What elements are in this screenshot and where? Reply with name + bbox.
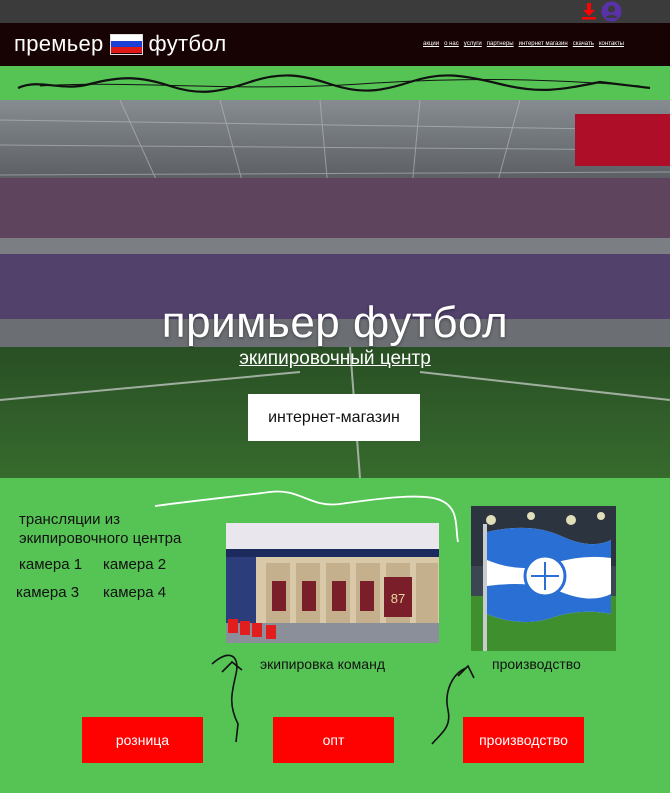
wholesale-button[interactable]: опт: [273, 717, 394, 763]
nav-item-shop[interactable]: интернет магазин: [519, 41, 568, 47]
hero-subtitle-link[interactable]: экипировочный центр: [239, 348, 431, 369]
nav-item-download[interactable]: скачать: [573, 41, 594, 47]
site-header: премьер футбол акции о нас услуги партне…: [0, 23, 670, 66]
zenit-flag-image[interactable]: [471, 506, 616, 651]
hero-banner: примьер футбол экипировочный центр интер…: [0, 100, 670, 478]
locker-room-image[interactable]: 87: [226, 523, 439, 643]
brand-logo[interactable]: премьер футбол: [14, 30, 226, 58]
flag-caption: производство: [492, 656, 581, 672]
camera-1-link[interactable]: камера 1: [19, 556, 82, 573]
production-button[interactable]: производство: [463, 717, 584, 763]
nav-item-contacts[interactable]: контакты: [599, 41, 624, 47]
camera-4-link[interactable]: камера 4: [103, 584, 166, 601]
jersey-number: 87: [391, 591, 405, 606]
streams-title-line1: трансляции из: [19, 511, 120, 528]
retail-button[interactable]: розница: [82, 717, 203, 763]
hero-title: примьер футбол: [161, 298, 509, 347]
user-icon[interactable]: [601, 1, 622, 22]
download-icon[interactable]: [580, 2, 598, 20]
hero-subtitle[interactable]: экипировочный центр: [0, 348, 670, 370]
brand-text-right: футбол: [148, 31, 227, 56]
nav-item-partners[interactable]: партнеры: [487, 41, 514, 47]
top-bar: [0, 0, 670, 23]
camera-2-link[interactable]: камера 2: [103, 556, 166, 573]
brand-text-left: премьер: [14, 31, 104, 56]
online-shop-button[interactable]: интернет-магазин: [248, 394, 420, 441]
streams-title: трансляции из экипировочного центра: [19, 510, 219, 548]
camera-3-link[interactable]: камера 3: [16, 584, 79, 601]
nav-item-promotions[interactable]: акции: [423, 41, 439, 47]
nav-item-services[interactable]: услуги: [464, 41, 482, 47]
nav-item-about[interactable]: о нас: [444, 41, 459, 47]
main-nav: акции о нас услуги партнеры интернет маг…: [423, 41, 624, 47]
russia-flag-icon: [109, 33, 143, 55]
streams-title-line2: экипировочного центра: [19, 530, 182, 547]
locker-caption: экипировка команд: [260, 656, 385, 672]
